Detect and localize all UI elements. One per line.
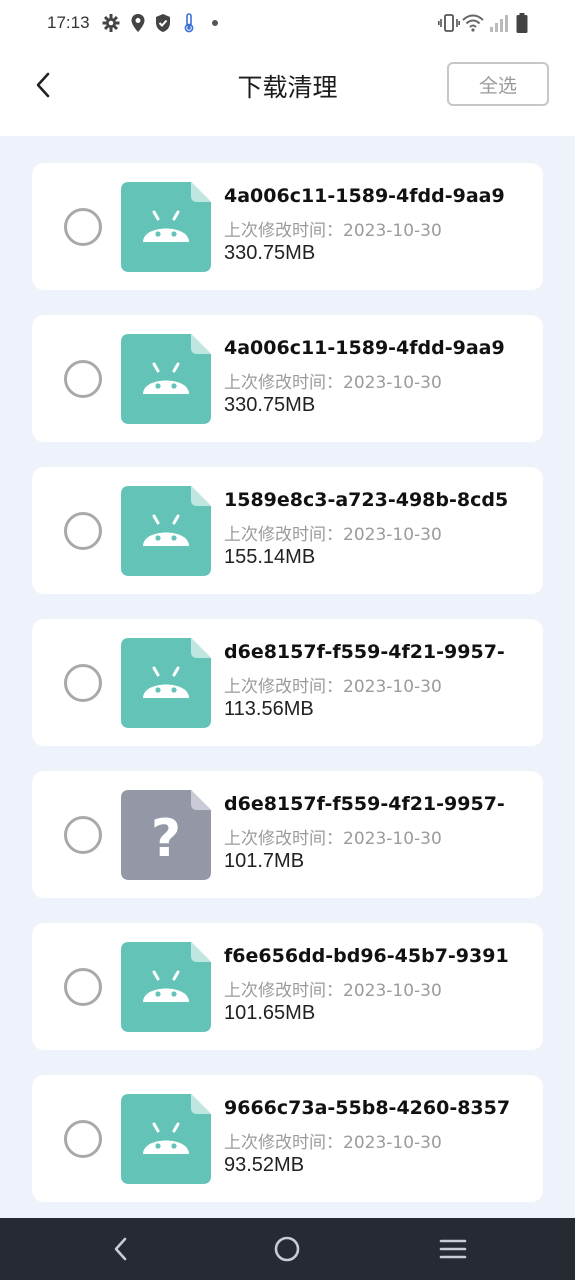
file-modified: 上次修改时间：2023-10-30: [224, 976, 442, 1001]
modified-label: 上次修改时间：: [224, 373, 343, 393]
file-card[interactable]: ? d6e8157f-f559-4f21-9957- 上次修改时间：2023-10…: [32, 771, 543, 898]
shield-icon: [156, 14, 170, 32]
file-card[interactable]: f6e656dd-bd96-45b7-9391 上次修改时间：2023-10-30…: [32, 923, 543, 1050]
file-size: 113.56MB: [224, 698, 314, 720]
file-size: 330.75MB: [224, 394, 316, 416]
vibrate-icon: [438, 14, 460, 32]
nav-home-icon: [274, 1236, 300, 1262]
modified-label: 上次修改时间：: [224, 1133, 343, 1153]
file-card[interactable]: 1589e8c3-a723-498b-8cd5 上次修改时间：2023-10-30…: [32, 467, 543, 594]
file-modified: 上次修改时间：2023-10-30: [224, 520, 442, 545]
dot-icon: [212, 20, 218, 26]
select-all-button[interactable]: 全选: [447, 62, 549, 106]
select-radio[interactable]: [64, 208, 102, 246]
file-modified: 上次修改时间：2023-10-30: [224, 824, 442, 849]
file-modified: 上次修改时间：2023-10-30: [224, 672, 442, 697]
file-card[interactable]: 4a006c11-1589-4fdd-9aa9 上次修改时间：2023-10-30…: [32, 315, 543, 442]
wifi-icon: [462, 14, 484, 32]
modified-date: 2023-10-30: [343, 1133, 442, 1153]
android-apk-icon: [121, 486, 211, 576]
android-apk-icon: [121, 182, 211, 272]
modified-label: 上次修改时间：: [224, 525, 343, 545]
modified-date: 2023-10-30: [343, 373, 442, 393]
file-size: 101.7MB: [224, 850, 305, 872]
gear-icon: [102, 14, 120, 32]
file-size: 101.65MB: [224, 1002, 316, 1024]
modified-date: 2023-10-30: [343, 525, 442, 545]
select-radio[interactable]: [64, 816, 102, 854]
nav-home-button[interactable]: [272, 1234, 302, 1264]
status-time: 17:13: [47, 13, 90, 32]
status-bar: 17:13: [0, 0, 575, 46]
android-apk-icon: [121, 638, 211, 728]
unknown-file-icon: ?: [121, 790, 211, 880]
file-size: 155.14MB: [224, 546, 316, 568]
nav-back-button[interactable]: [106, 1234, 136, 1264]
modified-label: 上次修改时间：: [224, 677, 343, 697]
modified-label: 上次修改时间：: [224, 981, 343, 1001]
thermometer-icon: [184, 13, 194, 33]
file-modified: 上次修改时间：2023-10-30: [224, 1128, 442, 1153]
file-card[interactable]: d6e8157f-f559-4f21-9957- 上次修改时间：2023-10-3…: [32, 619, 543, 746]
file-card[interactable]: 4a006c11-1589-4fdd-9aa9 上次修改时间：2023-10-30…: [32, 163, 543, 290]
select-radio[interactable]: [64, 968, 102, 1006]
file-name: f6e656dd-bd96-45b7-9391: [224, 945, 509, 967]
android-apk-icon: [121, 334, 211, 424]
file-name: d6e8157f-f559-4f21-9957-: [224, 793, 505, 815]
location-icon: [131, 14, 145, 32]
file-card[interactable]: 9666c73a-55b8-4260-8357 上次修改时间：2023-10-30…: [32, 1075, 543, 1202]
file-name: 4a006c11-1589-4fdd-9aa9: [224, 185, 505, 207]
android-apk-icon: [121, 1094, 211, 1184]
system-nav-bar: [0, 1218, 575, 1280]
signal-icon: [490, 15, 508, 32]
select-radio[interactable]: [64, 512, 102, 550]
file-name: d6e8157f-f559-4f21-9957-: [224, 641, 505, 663]
file-list: 4a006c11-1589-4fdd-9aa9 上次修改时间：2023-10-30…: [32, 163, 543, 1227]
modified-label: 上次修改时间：: [224, 829, 343, 849]
select-radio[interactable]: [64, 664, 102, 702]
file-modified: 上次修改时间：2023-10-30: [224, 216, 442, 241]
modified-date: 2023-10-30: [343, 221, 442, 241]
modified-date: 2023-10-30: [343, 981, 442, 1001]
nav-back-icon: [114, 1237, 127, 1261]
modified-date: 2023-10-30: [343, 829, 442, 849]
nav-menu-icon: [439, 1239, 467, 1259]
app-header: 下载清理 全选: [0, 46, 575, 136]
file-modified: 上次修改时间：2023-10-30: [224, 368, 442, 393]
battery-icon: [516, 13, 528, 33]
modified-label: 上次修改时间：: [224, 221, 343, 241]
file-name: 4a006c11-1589-4fdd-9aa9: [224, 337, 505, 359]
svg-text:?: ?: [151, 809, 181, 869]
file-name: 9666c73a-55b8-4260-8357: [224, 1097, 511, 1119]
nav-menu-button[interactable]: [438, 1234, 468, 1264]
select-radio[interactable]: [64, 360, 102, 398]
modified-date: 2023-10-30: [343, 677, 442, 697]
android-apk-icon: [121, 942, 211, 1032]
file-size: 93.52MB: [224, 1154, 305, 1176]
select-radio[interactable]: [64, 1120, 102, 1158]
file-size: 330.75MB: [224, 242, 316, 264]
file-name: 1589e8c3-a723-498b-8cd5: [224, 489, 509, 511]
